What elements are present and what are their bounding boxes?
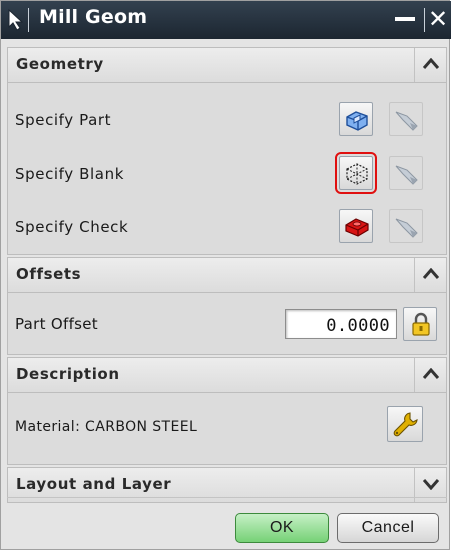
specify-check-button[interactable]	[339, 209, 373, 243]
specify-check-label: Specify Check	[15, 218, 129, 236]
mill-geom-dialog: Mill Geom ✕ Geometry Specify Part Specif…	[0, 0, 451, 550]
layout-layer-header-label: Layout and Layer	[16, 475, 172, 493]
title-bar[interactable]: Mill Geom ✕	[1, 1, 451, 39]
specify-part-button[interactable]	[339, 102, 373, 136]
offsets-section-header[interactable]: Offsets	[7, 257, 447, 293]
flashlight-display-icon	[395, 111, 418, 131]
flashlight-display-icon	[395, 165, 418, 185]
wrench-icon	[393, 412, 418, 437]
title-divider	[424, 8, 425, 32]
specify-part-label: Specify Part	[15, 111, 112, 129]
collapse-up-icon[interactable]	[414, 48, 446, 82]
geometry-section-header[interactable]: Geometry	[7, 47, 447, 83]
dialog-title: Mill Geom	[39, 6, 148, 28]
close-button[interactable]: ✕	[426, 4, 450, 34]
specify-blank-button[interactable]	[335, 152, 377, 194]
specify-blank-label: Specify Blank	[15, 165, 124, 183]
cancel-button[interactable]: Cancel	[337, 513, 439, 543]
title-divider	[28, 8, 29, 32]
flashlight-display-icon	[395, 218, 418, 238]
geometry-header-label: Geometry	[16, 55, 104, 73]
display-part-button[interactable]	[389, 102, 423, 136]
material-label: Material: CARBON STEEL	[15, 419, 198, 435]
description-section-header[interactable]: Description	[7, 357, 447, 393]
display-check-button[interactable]	[389, 209, 423, 243]
collapse-up-icon[interactable]	[414, 358, 446, 392]
edit-material-button[interactable]	[387, 406, 423, 442]
blank-geometry-icon	[346, 163, 368, 185]
description-header-label: Description	[16, 365, 120, 383]
check-geometry-icon	[345, 218, 369, 237]
lock-icon	[412, 312, 430, 336]
lock-offset-button[interactable]	[403, 307, 437, 341]
part-geometry-icon	[346, 111, 368, 131]
collapse-up-icon[interactable]	[414, 258, 446, 292]
cursor-arrow-icon	[5, 7, 27, 33]
display-blank-button[interactable]	[389, 156, 423, 190]
footer-divider	[7, 497, 447, 498]
minimize-button[interactable]	[391, 5, 421, 35]
part-offset-input[interactable]	[285, 309, 397, 339]
part-offset-label: Part Offset	[15, 315, 98, 333]
offsets-header-label: Offsets	[16, 265, 82, 283]
ok-button[interactable]: OK	[235, 513, 329, 543]
